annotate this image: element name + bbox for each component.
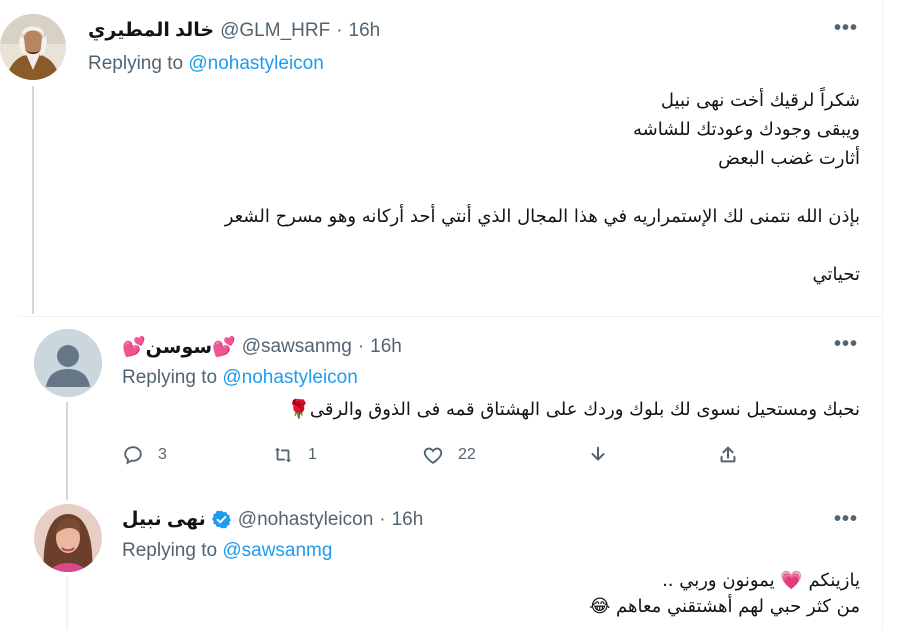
tweet-header: 💕سوسن💕 @sawsanmg · 16h <box>122 335 402 359</box>
tweet-line: أثارت غضب البعض <box>718 148 860 169</box>
replying-to: Replying to @nohastyleicon <box>122 367 358 389</box>
avatar[interactable] <box>34 329 102 397</box>
replying-to-link[interactable]: @sawsanmg <box>222 540 332 561</box>
retweet-button[interactable]: 1 <box>272 444 422 466</box>
replying-to-label: Replying to <box>122 540 218 561</box>
more-options-icon[interactable]: ••• <box>834 333 858 356</box>
like-button[interactable]: 22 <box>422 444 587 466</box>
tweet-line: تحياتي <box>812 264 860 285</box>
replying-to-label: Replying to <box>88 53 184 74</box>
tweet-sawsan[interactable]: 💕سوسن💕 @sawsanmg · 16h ••• Replying to @… <box>0 316 882 500</box>
replying-to-link[interactable]: @nohastyleicon <box>222 367 357 388</box>
display-name[interactable]: 💕سوسن💕 <box>122 335 236 359</box>
replying-to-link[interactable]: @nohastyleicon <box>188 53 323 74</box>
share-button[interactable] <box>717 444 757 466</box>
tweet-line: نحبك ومستحيل نسوى لك بلوك وردك على الهشت… <box>287 399 860 420</box>
tweet-text: يازينكم 💗 يمونون وربي .. من كثر حبي لهم … <box>120 568 860 620</box>
tweet-noha[interactable]: نهى نبيل @nohastyleicon · 16h ••• Replyi… <box>0 500 882 630</box>
thread-line <box>32 86 34 314</box>
retweet-icon <box>274 447 292 463</box>
divider <box>18 316 882 317</box>
tweet-line <box>80 231 860 260</box>
tweet-khaled[interactable]: خالد المطيري @GLM_HRF · 16h ••• Replying… <box>0 0 882 316</box>
tweet-header: نهى نبيل @nohastyleicon · 16h <box>122 508 423 531</box>
tweet-line <box>80 173 860 202</box>
arrow-down-icon <box>591 446 605 461</box>
separator-dot: · <box>379 508 386 530</box>
tweet-line: ويبقى وجودك وعودتك للشاشه <box>632 119 860 140</box>
avatar[interactable] <box>0 14 66 80</box>
avatar-photo <box>34 504 102 572</box>
retweet-count: 1 <box>308 446 317 463</box>
user-handle[interactable]: @nohastyleicon <box>238 509 373 531</box>
timestamp[interactable]: 16h <box>392 509 424 531</box>
like-count: 22 <box>458 446 476 463</box>
separator-dot: · <box>357 336 365 357</box>
tweet-line: من كثر حبي لهم أهشتقني معاهم 😂 <box>589 596 860 617</box>
replying-to: Replying to @sawsanmg <box>122 540 332 562</box>
default-avatar-icon <box>34 329 102 397</box>
avatar[interactable] <box>34 504 102 572</box>
reply-button[interactable]: 3 <box>122 444 272 466</box>
tweet-text: شكراً لرقيك أخت نهى نبيل ويبقى وجودك وعو… <box>80 86 860 289</box>
verified-badge-icon <box>211 510 231 529</box>
timestamp[interactable]: 16h <box>349 20 381 42</box>
timestamp[interactable]: 16h <box>370 336 402 358</box>
user-handle[interactable]: @sawsanmg <box>242 336 352 358</box>
vote-button[interactable] <box>587 444 717 466</box>
tweet-line: بإذن الله نتمنى لك الإستمراريه في هذا ال… <box>224 206 860 227</box>
tweet-header: خالد المطيري @GLM_HRF · 16h <box>88 19 380 42</box>
tweet-line: شكراً لرقيك أخت نهى نبيل <box>660 90 860 111</box>
reply-count: 3 <box>158 446 167 463</box>
reply-icon <box>124 446 142 465</box>
thread-line <box>66 576 68 630</box>
tweet-text: نحبك ومستحيل نسوى لك بلوك وردك على الهشت… <box>120 395 860 424</box>
avatar-photo <box>0 14 66 80</box>
heart-icon <box>423 447 443 464</box>
action-bar: 3 1 22 <box>122 444 757 466</box>
more-options-icon[interactable]: ••• <box>834 17 858 40</box>
separator-dot: · <box>336 19 343 41</box>
page-edge <box>882 0 900 630</box>
share-icon <box>720 446 736 463</box>
replying-to: Replying to @nohastyleicon <box>88 53 324 75</box>
display-name[interactable]: نهى نبيل <box>122 508 206 531</box>
more-options-icon[interactable]: ••• <box>834 508 858 531</box>
thread-line <box>66 402 68 500</box>
user-handle[interactable]: @GLM_HRF <box>220 20 330 42</box>
tweet-line: يازينكم 💗 يمونون وربي .. <box>662 570 860 591</box>
replying-to-label: Replying to <box>122 367 218 388</box>
display-name[interactable]: خالد المطيري <box>88 19 214 42</box>
